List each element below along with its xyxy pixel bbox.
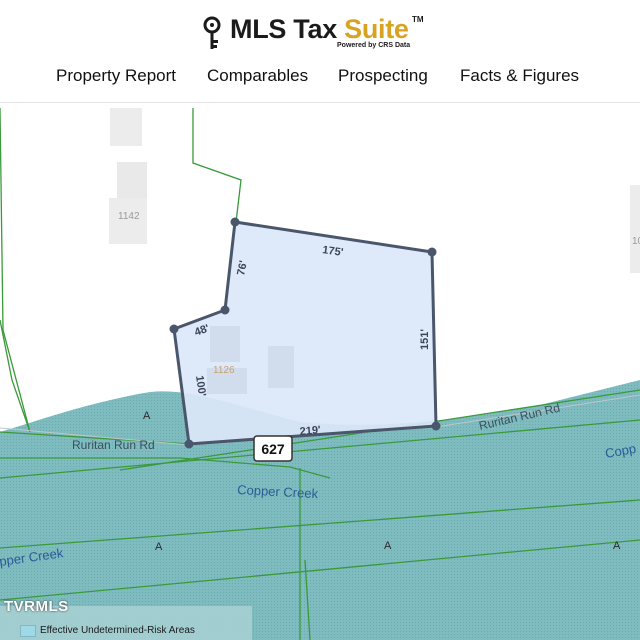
address-label: 1142 — [118, 211, 140, 222]
legend-swatch — [20, 625, 36, 637]
flood-zone-label: A — [155, 541, 163, 553]
road-shield-number: 627 — [261, 441, 285, 457]
key-icon — [203, 16, 221, 49]
trademark-mark: TM — [412, 15, 424, 24]
building-footprint — [210, 326, 240, 362]
building-footprint — [117, 162, 147, 198]
address-label: 1126 — [213, 365, 235, 376]
flood-zone-label: A — [384, 540, 392, 552]
flood-zone-label: A — [613, 540, 621, 552]
building-footprint — [268, 346, 294, 388]
nav-property-report[interactable]: Property Report — [56, 66, 176, 86]
road-shield: 627 — [253, 435, 293, 462]
tvrmls-watermark: TVRMLS — [4, 598, 69, 615]
app-header: MLS Tax Suite TM Powered by CRS Data Pro… — [0, 0, 640, 103]
nav-prospecting[interactable]: Prospecting — [338, 66, 428, 86]
map-canvas: 175' 151' 219' 100' 48' 76' 1126 1142 10… — [0, 107, 640, 640]
main-nav: Property Report Comparables Prospecting … — [0, 66, 640, 90]
powered-by-text: Powered by CRS Data — [337, 42, 411, 49]
dimension-label: 219' — [299, 424, 321, 438]
nav-comparables[interactable]: Comparables — [207, 66, 308, 86]
flood-zone-label: A — [143, 410, 151, 422]
address-label: 10 — [632, 236, 640, 247]
brand-accent: Suite — [344, 14, 409, 44]
brand-name: MLS Tax Suite — [230, 14, 409, 44]
legend-label: Effective Undetermined-Risk Areas — [40, 625, 195, 636]
parcel-map[interactable]: 175' 151' 219' 100' 48' 76' 1126 1142 10… — [0, 103, 640, 640]
mls-tax-suite-logo[interactable]: MLS Tax Suite TM Powered by CRS Data — [203, 12, 443, 56]
building-footprint — [110, 108, 142, 146]
nav-facts-figures[interactable]: Facts & Figures — [460, 66, 579, 86]
building-footprint — [630, 185, 640, 273]
road-label: Ruritan Run Rd — [72, 438, 155, 452]
dimension-label: 151' — [419, 329, 431, 350]
